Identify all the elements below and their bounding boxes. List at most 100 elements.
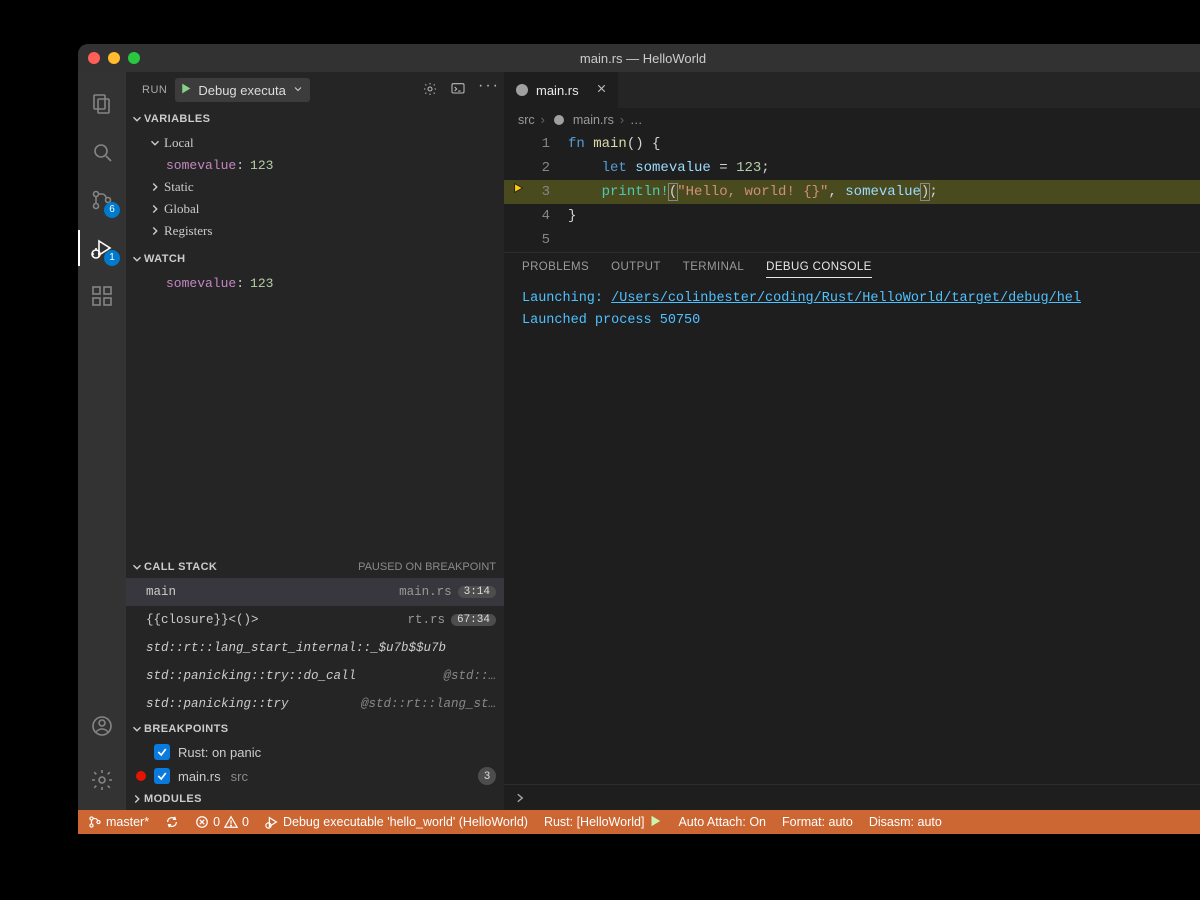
panel-tabs: PROBLEMS OUTPUT TERMINAL DEBUG CONSOLE	[504, 253, 1200, 284]
variables-registers-node[interactable]: Registers	[126, 220, 504, 242]
watch-title: WATCH	[144, 253, 186, 265]
debug-console-tab[interactable]: DEBUG CONSOLE	[766, 261, 872, 278]
sync-icon	[165, 815, 179, 829]
error-icon	[195, 815, 209, 829]
breakpoint-checkbox[interactable]	[154, 744, 170, 760]
run-debug-activity[interactable]: 1	[78, 224, 126, 272]
play-icon	[648, 814, 662, 831]
minimize-window-button[interactable]	[108, 52, 120, 64]
breakpoint-checkbox[interactable]	[154, 768, 170, 784]
sb-rust-target[interactable]: Rust: [HelloWorld]	[544, 814, 663, 831]
chevron-down-icon	[130, 252, 144, 266]
callstack-frame[interactable]: std::panicking::try @std::rt::lang_st…	[126, 690, 504, 718]
breadcrumb[interactable]: src › main.rs › …	[504, 108, 1200, 132]
gear-icon[interactable]	[422, 81, 438, 100]
branch-icon	[88, 815, 102, 829]
terminal-tab[interactable]: TERMINAL	[683, 261, 744, 278]
rust-file-icon	[551, 112, 567, 128]
watch-row[interactable]: somevalue: 123	[126, 272, 504, 294]
warning-icon	[224, 815, 238, 829]
breakpoints-section-header[interactable]: BREAKPOINTS	[126, 718, 504, 740]
chevron-right-icon	[514, 792, 526, 804]
output-tab[interactable]: OUTPUT	[611, 261, 661, 278]
variables-title: VARIABLES	[144, 113, 210, 125]
chevron-right-icon	[148, 180, 162, 194]
breakpoints-list: Rust: on panic main.rs src 3	[126, 740, 504, 788]
code-line	[562, 228, 1200, 252]
callstack-frame[interactable]: {{closure}}<()> rt.rs 67:34	[126, 606, 504, 634]
settings-activity[interactable]	[78, 756, 126, 804]
variable-name: somevalue	[166, 158, 236, 173]
variable-value: 123	[250, 158, 273, 173]
sb-branch[interactable]: master*	[88, 815, 149, 829]
source-control-activity[interactable]: 6	[78, 176, 126, 224]
sb-auto-attach[interactable]: Auto Attach: On	[678, 815, 766, 829]
watch-section-header[interactable]: WATCH	[126, 248, 504, 270]
chevron-down-icon	[148, 136, 162, 150]
sb-problems[interactable]: 0 0	[195, 815, 249, 829]
maximize-window-button[interactable]	[128, 52, 140, 64]
editor-tabs: main.rs	[504, 72, 1200, 108]
launch-config-select[interactable]: Debug executa	[175, 78, 309, 102]
title-bar: main.rs — HelloWorld	[78, 44, 1200, 72]
debug-console-input[interactable]	[504, 784, 1200, 810]
breakpoints-title: BREAKPOINTS	[144, 723, 228, 735]
debug-launch-path[interactable]: /Users/colinbester/coding/Rust/HelloWorl…	[611, 291, 1081, 306]
variables-global-node[interactable]: Global	[126, 198, 504, 220]
callstack-frame[interactable]: std::rt::lang_start_internal::_$u7b$$u7b	[126, 634, 504, 662]
variables-static-node[interactable]: Static	[126, 176, 504, 198]
start-debug-icon	[179, 82, 192, 98]
close-window-button[interactable]	[88, 52, 100, 64]
activity-bar: 6 1	[78, 72, 126, 810]
code-line: println!("Hello, world! {}", somevalue);	[562, 180, 1200, 204]
sb-debug-target[interactable]: Debug executable 'hello_world' (HelloWor…	[265, 815, 528, 829]
breakpoint-row[interactable]: main.rs src 3	[126, 764, 504, 788]
watch-tree: somevalue: 123	[126, 270, 504, 300]
editor-area: main.rs src › main.rs › … 1 fn main() {	[504, 72, 1200, 810]
chevron-right-icon	[148, 202, 162, 216]
tab-filename: main.rs	[536, 83, 579, 98]
line-number: 5	[534, 228, 562, 252]
sb-sync[interactable]	[165, 815, 179, 829]
debug-console-output: Launching: /Users/colinbester/coding/Rus…	[504, 284, 1200, 336]
variables-local-label: Local	[164, 135, 194, 151]
scm-badge: 6	[104, 202, 120, 218]
breakpoint-line-badge: 3	[478, 767, 496, 785]
chevron-down-icon	[292, 83, 304, 98]
search-activity[interactable]	[78, 128, 126, 176]
chevron-right-icon	[148, 224, 162, 238]
rust-file-icon	[514, 82, 530, 98]
variables-tree: Local somevalue: 123 Static Global	[126, 130, 504, 248]
callstack-frame[interactable]: main main.rs 3:14	[126, 578, 504, 606]
execution-pointer-icon	[512, 180, 526, 204]
variable-row[interactable]: somevalue: 123	[126, 154, 504, 176]
debug-side-panel: RUN Debug executa	[126, 72, 504, 810]
modules-title: MODULES	[144, 793, 202, 805]
line-number: 2	[534, 156, 562, 180]
close-tab-icon[interactable]	[595, 82, 608, 98]
chevron-right-icon	[130, 792, 144, 806]
variables-section-header[interactable]: VARIABLES	[126, 108, 504, 130]
callstack-section-header[interactable]: CALL STACK PAUSED ON BREAKPOINT	[126, 556, 504, 578]
debug-console-icon[interactable]	[450, 81, 466, 100]
variables-local-node[interactable]: Local	[126, 132, 504, 154]
callstack-frame[interactable]: std::panicking::try::do_call @std::…	[126, 662, 504, 690]
sb-disasm[interactable]: Disasm: auto	[869, 815, 942, 829]
code-line: }	[562, 204, 1200, 228]
chevron-right-icon: ›	[541, 113, 545, 127]
callstack-list: main main.rs 3:14 {{closure}}<()> rt.rs …	[126, 578, 504, 718]
more-icon[interactable]: ···	[478, 81, 494, 97]
accounts-activity[interactable]	[78, 702, 126, 750]
problems-tab[interactable]: PROBLEMS	[522, 261, 589, 278]
explorer-activity[interactable]	[78, 80, 126, 128]
modules-section-header[interactable]: MODULES	[126, 788, 504, 810]
breakpoint-row[interactable]: Rust: on panic	[126, 740, 504, 764]
breakpoint-source: src	[231, 769, 248, 784]
callstack-title: CALL STACK	[144, 561, 217, 573]
extensions-activity[interactable]	[78, 272, 126, 320]
sb-format[interactable]: Format: auto	[782, 815, 853, 829]
editor-tab[interactable]: main.rs	[504, 72, 619, 108]
launch-config-name: Debug executa	[198, 83, 285, 98]
vscode-window: main.rs — HelloWorld 6 1	[78, 44, 1200, 834]
code-editor[interactable]: 1 fn main() { 2 let somevalue = 123; 3 p…	[504, 132, 1200, 252]
